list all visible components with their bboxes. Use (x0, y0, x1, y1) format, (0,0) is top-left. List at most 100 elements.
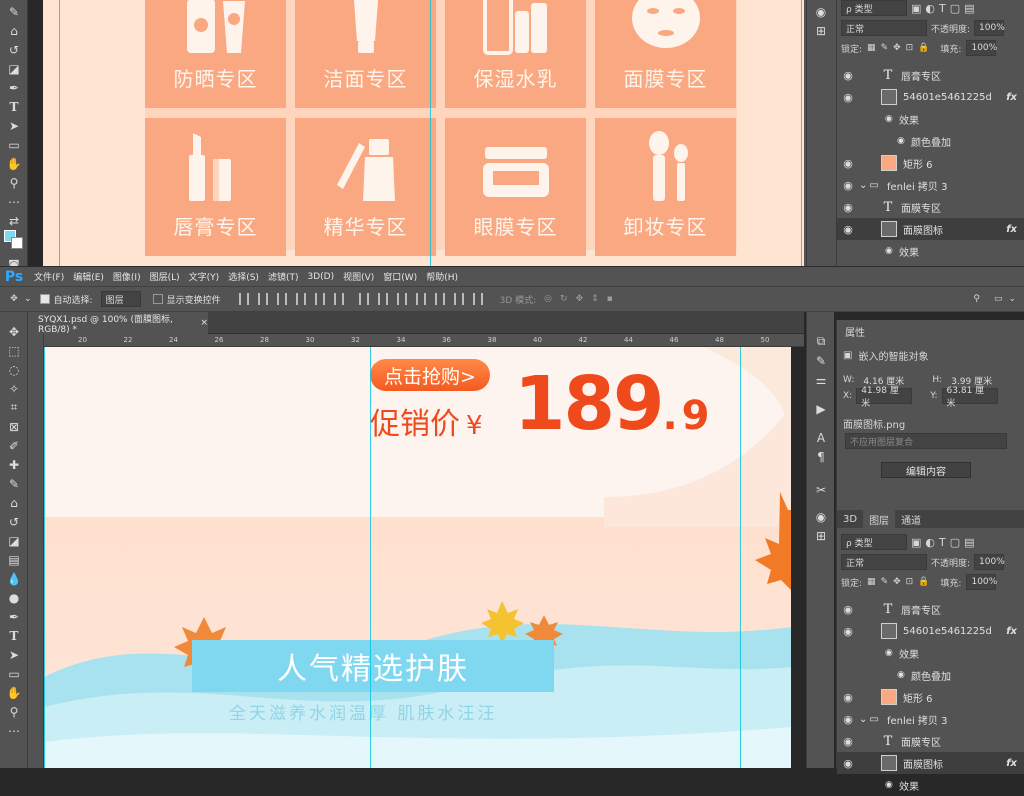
eyedropper-icon[interactable]: ✐ (0, 436, 28, 455)
menu-3d[interactable]: 3D(D) (307, 272, 334, 282)
auto-align-icon[interactable] (472, 293, 483, 305)
crop-tool-icon[interactable]: ⌗ (0, 398, 28, 417)
3d-orbit-icon[interactable]: ◎ (544, 294, 552, 304)
tab-3d[interactable]: 3D (837, 514, 863, 525)
healing-brush-icon[interactable]: ✚ (0, 455, 28, 474)
tool-preset-chevron-icon[interactable]: ⌄ (24, 294, 32, 304)
filter-adjust-icon[interactable]: ◐ (925, 536, 935, 549)
lasso-tool-icon[interactable]: ◌ (0, 360, 28, 379)
zoom-tool-icon[interactable]: ⚲ (0, 173, 28, 192)
layer-type-filter[interactable]: ρ 类型 (841, 534, 907, 550)
guide-line[interactable] (801, 0, 802, 266)
pen-tool-icon[interactable]: ✒ (0, 607, 28, 626)
effects-eye-icon[interactable]: ◉ (885, 246, 899, 256)
blend-mode-select[interactable]: 正常 (841, 20, 927, 36)
fx-icon[interactable]: fx (1006, 92, 1017, 103)
visibility-eye-icon[interactable]: ◉ (837, 223, 859, 236)
layer-row[interactable]: ◉ T 面膜专区 (837, 196, 1024, 218)
layer-row[interactable]: ◉ ⌄ ▭ fenlei 拷贝 3 (837, 174, 1024, 196)
fx-icon[interactable]: fx (1006, 626, 1017, 637)
pen-tool-icon[interactable]: ✒ (0, 78, 28, 97)
path-select-icon[interactable]: ➤ (0, 645, 28, 664)
tools-panel-icon[interactable]: ✂ (807, 480, 835, 499)
filter-smart-icon[interactable]: ▤ (964, 2, 974, 15)
layer-row[interactable]: ◉ 效果 (837, 642, 1024, 664)
quick-select-icon[interactable]: ✧ (0, 379, 28, 398)
menu-layer[interactable]: 图层(L) (150, 270, 180, 283)
layer-row[interactable]: ◉ 效果 (837, 774, 1024, 796)
more-tools-icon[interactable]: ⋯ (0, 192, 28, 211)
filter-pixel-icon[interactable]: ▣ (911, 536, 921, 549)
auto-select-dropdown[interactable]: 图层 (100, 291, 141, 307)
brush-settings-icon[interactable]: ◉ (807, 2, 835, 21)
menu-file[interactable]: 文件(F) (34, 270, 64, 283)
category-tile[interactable]: 保湿水乳 (445, 0, 586, 108)
frame-tool-icon[interactable]: ⊠ (0, 417, 28, 436)
lock-all-icon[interactable]: 🔒 (918, 43, 929, 53)
dodge-tool-icon[interactable]: ● (0, 588, 28, 607)
fx-icon[interactable]: fx (1006, 758, 1017, 769)
align-bottom-icon[interactable] (276, 293, 287, 305)
layer-row[interactable]: ◉ T 面膜专区 (837, 730, 1024, 752)
fill-field[interactable]: 100% (966, 40, 997, 56)
menu-filter[interactable]: 滤镜(T) (268, 270, 299, 283)
zoom-tool-icon[interactable]: ⚲ (0, 702, 28, 721)
layer-row[interactable]: ◉ 面膜图标 fx (837, 218, 1024, 240)
lock-paint-icon[interactable]: ✎ (881, 577, 889, 587)
search-icon[interactable]: ⚲ (973, 294, 980, 304)
layer-row[interactable]: ◉ 效果 (837, 240, 1024, 262)
effects-eye-icon[interactable]: ◉ (885, 114, 899, 124)
hand-tool-icon[interactable]: ✋ (0, 154, 28, 173)
layer-row[interactable]: ◉ 54601e5461225d fx (837, 620, 1024, 642)
3d-drag-icon[interactable]: ✥ (576, 294, 584, 304)
layer-type-filter[interactable]: ρ 类型 (841, 0, 907, 16)
history-brush-icon[interactable]: ↺ (0, 512, 28, 531)
y-field[interactable]: 63.81 厘米 (941, 386, 998, 409)
visibility-eye-icon[interactable]: ◉ (837, 691, 859, 704)
path-select-icon[interactable]: ➤ (0, 116, 28, 135)
guide-line[interactable] (740, 347, 741, 768)
gradient-tool-icon[interactable]: ▤ (0, 550, 28, 569)
filter-shape-icon[interactable]: ▢ (950, 2, 960, 15)
blend-mode-select[interactable]: 正常 (841, 554, 927, 570)
align-vcenter-icon[interactable] (257, 293, 268, 305)
clone-source-icon[interactable]: ⊞ (807, 21, 835, 40)
layer-row[interactable]: ◉ 矩形 6 (837, 686, 1024, 708)
filter-pixel-icon[interactable]: ▣ (911, 2, 921, 15)
guide-line[interactable] (59, 0, 60, 266)
filter-adjust-icon[interactable]: ◐ (925, 2, 935, 15)
edit-contents-button[interactable]: 编辑内容 (881, 462, 971, 478)
distribute-bottom-icon[interactable] (396, 293, 407, 305)
brush-tool-icon[interactable]: ✎ (0, 2, 28, 21)
lock-pixels-icon[interactable]: ▦ (867, 577, 876, 587)
lock-all-icon[interactable]: 🔒 (918, 577, 929, 587)
align-left-icon[interactable] (295, 293, 306, 305)
layer-row[interactable]: ◉ T 唇膏专区 (837, 598, 1024, 620)
layer-row[interactable]: ◉颜色叠加 (837, 664, 1024, 686)
effects-eye-icon[interactable]: ◉ (885, 780, 899, 790)
effect-visibility-eye-icon[interactable]: ◉ (897, 670, 911, 680)
lock-paint-icon[interactable]: ✎ (881, 43, 889, 53)
menu-image[interactable]: 图像(I) (113, 270, 141, 283)
close-tab-icon[interactable]: × (200, 318, 208, 328)
auto-select-checkbox[interactable] (39, 294, 50, 304)
guide-line[interactable] (430, 0, 431, 266)
3d-scale-icon[interactable]: ▪ (607, 294, 613, 304)
lock-artboard-icon[interactable]: ⊡ (906, 577, 914, 587)
fill-field[interactable]: 100% (966, 574, 997, 590)
filter-type-icon[interactable]: T (939, 536, 946, 549)
eraser-tool-icon[interactable]: ◪ (0, 531, 28, 550)
category-tile[interactable]: 卸妆专区 (595, 118, 736, 256)
group-chevron-icon[interactable]: ⌄ (859, 180, 867, 191)
lock-artboard-icon[interactable]: ⊡ (906, 43, 914, 53)
history-panel-icon[interactable]: ⧉ (807, 332, 835, 351)
color-swatch-icon[interactable] (0, 229, 28, 249)
adjustments-icon[interactable]: ⚌ (807, 370, 835, 389)
category-tile[interactable]: 眼膜专区 (445, 118, 586, 256)
tab-layers[interactable]: 图层 (863, 510, 896, 528)
move-tool-icon[interactable]: ✥ (4, 294, 24, 304)
more-tools-icon[interactable]: ⋯ (0, 721, 28, 740)
brush-preset-icon[interactable]: ✎ (807, 351, 835, 370)
menu-select[interactable]: 选择(S) (228, 270, 259, 283)
marquee-tool-icon[interactable]: ⬚ (0, 341, 28, 360)
